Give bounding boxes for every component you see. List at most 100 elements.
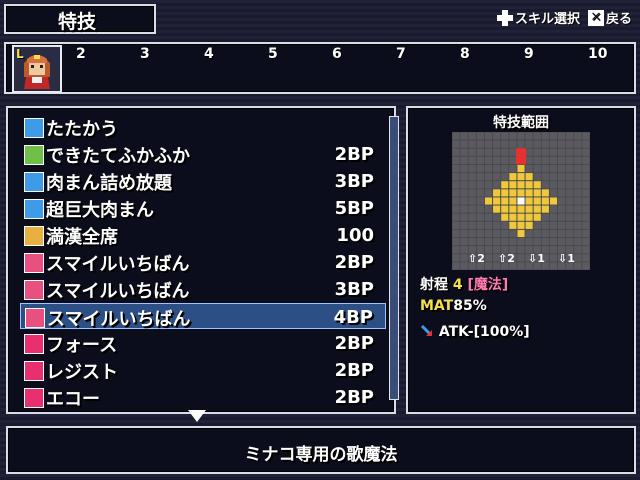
range-cell [509,132,517,140]
hint-back-label[interactable]: 戻る [606,8,632,27]
range-cell [566,221,574,229]
range-cell [484,132,493,140]
range-cell [582,213,590,221]
range-cell [549,164,558,173]
range-cell [484,164,493,173]
range-cell [549,181,558,189]
range-cell [533,156,541,164]
skill-row[interactable]: エコー 2BP [20,384,386,410]
music-icon [24,253,44,273]
party-slot-1[interactable]: L [12,45,62,93]
range-cell [574,229,582,238]
mat-value: 85% [453,298,487,314]
music-plus2-icon [25,308,45,328]
range-cell [582,156,590,164]
range-cell [558,221,566,229]
range-cell [549,173,558,181]
range-cell [558,164,566,173]
range-cell [484,213,493,221]
range-cell [460,246,468,254]
skill-row[interactable]: 超巨大肉まん 5BP [20,195,386,221]
range-cell [549,254,558,262]
range-cell [541,156,549,164]
range-cell [476,221,484,229]
range-cell [452,181,460,189]
skill-row[interactable]: スマイルいちばん 2BP [20,249,386,275]
skill-range-window: 特技範囲 ⇧2 ⇧2 ⇩1 ⇩1 射程 4 [魔法] MAT85% ATK-[100%… [406,106,636,414]
range-cell [525,189,533,197]
range-cell [493,189,501,197]
range-cell [566,238,574,246]
range-cell [468,213,476,221]
range-cell [533,181,541,189]
range-cell [574,148,582,156]
range-cell [509,221,517,229]
voice-icon [24,361,44,381]
range-cell [533,140,541,148]
party-slot-number[interactable]: 7 [396,46,406,62]
range-cell [558,189,566,197]
range-cell [468,205,476,213]
range-cell [582,173,590,181]
range-cell [566,156,574,164]
skill-list-window: たたかう できたてふかふか 2BP 肉まん詰め放題 3BP 超巨大肉まん 5BP 満漢全席 10… [6,106,399,414]
range-cell [452,221,460,229]
range-cell [476,148,484,156]
skill-row[interactable]: 肉まん詰め放題 3BP [20,168,386,194]
range-cell [541,173,549,181]
range-cell [566,140,574,148]
range-cell [566,205,574,213]
party-slot-number[interactable]: 10 [588,46,607,62]
skill-row[interactable]: 満漢全席 100 [20,222,386,248]
mat-stat: MAT85% [420,298,487,314]
party-slot-number[interactable]: 5 [268,46,278,62]
party-slot-number[interactable]: 2 [76,46,86,62]
range-cell [460,164,468,173]
party-slot-number[interactable]: 6 [332,46,342,62]
scrollbar[interactable] [389,116,399,400]
range-cell [566,132,574,140]
skill-row[interactable]: たたかう [20,114,386,140]
target-marker-icon [515,148,527,165]
skill-row[interactable]: できたてふかふか 2BP [20,141,386,167]
range-cell [452,229,460,238]
range-cell [549,205,558,213]
skill-row[interactable]: レジスト 2BP [20,357,386,383]
height-marker: ⇧2 [468,252,485,265]
range-cell [525,197,533,205]
range-cell [533,197,541,205]
skill-row[interactable]: フォース 2BP [20,330,386,356]
range-cell [574,254,582,262]
party-slot-number[interactable]: 4 [204,46,214,62]
skill-name: たたかう [46,119,118,140]
party-slot-number[interactable]: 3 [140,46,150,62]
range-cell [574,156,582,164]
skill-row[interactable]: スマイルいちばん 3BP [20,276,386,302]
range-cell [476,213,484,221]
skill-cost: 4BP [333,307,373,328]
range-type: [魔法] [467,277,509,293]
range-cell [549,213,558,221]
range-cell [574,189,582,197]
range-cell [509,140,517,148]
range-cell [558,197,566,205]
range-cell [525,213,533,221]
range-cell [452,205,460,213]
range-cell [533,189,541,197]
range-cell [582,164,590,173]
range-cell [549,238,558,246]
range-cell [460,156,468,164]
skill-row[interactable]: スマイルいちばん 4BP [20,303,386,330]
height-marker: ⇧2 [498,252,515,265]
range-cell [501,156,509,164]
range-cell [460,197,468,205]
range-cell [509,197,517,205]
range-cell [501,221,509,229]
range-cell [476,238,484,246]
range-cell [582,140,590,148]
range-cell [460,132,468,140]
range-cell [574,164,582,173]
scroll-down-arrow-icon[interactable] [188,410,206,422]
party-slot-number[interactable]: 9 [524,46,534,62]
party-slot-number[interactable]: 8 [460,46,470,62]
